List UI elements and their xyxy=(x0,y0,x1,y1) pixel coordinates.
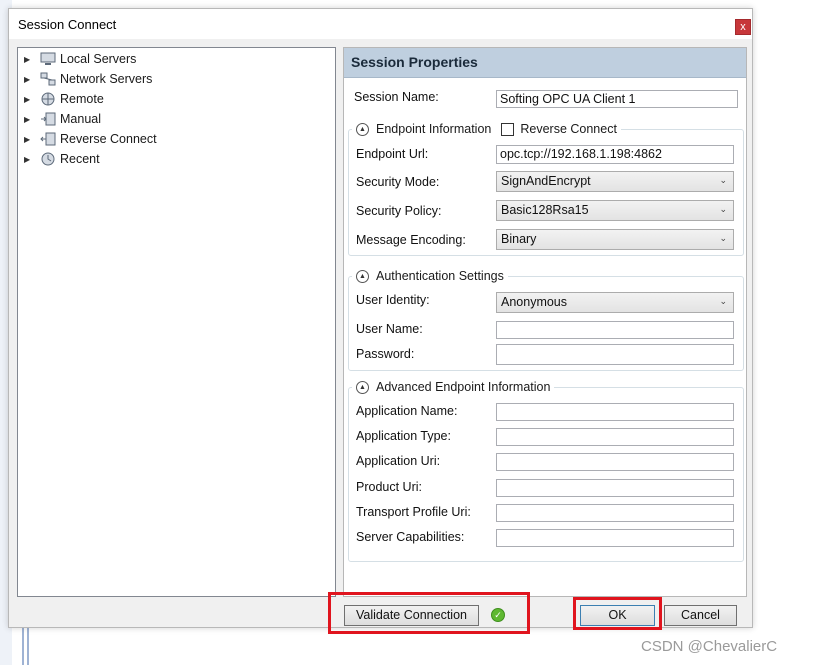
tree-item-local-servers[interactable]: ▶ Local Servers xyxy=(24,49,136,69)
manual-icon xyxy=(40,112,56,126)
server-tree: ▶ Local Servers ▶ Network Servers ▶ Remo… xyxy=(17,47,336,597)
authentication-group-header: ▲ Authentication Settings xyxy=(352,268,508,284)
globe-icon xyxy=(40,92,56,106)
tree-item-label: Local Servers xyxy=(60,52,137,66)
server-capabilities-input[interactable] xyxy=(496,529,734,547)
watermark-text: CSDN @ChevalierC xyxy=(641,638,778,655)
session-name-label: Session Name: xyxy=(354,90,439,104)
application-type-input[interactable] xyxy=(496,428,734,446)
chevron-down-icon: ⌄ xyxy=(719,233,727,243)
security-mode-value: SignAndEncrypt xyxy=(501,174,591,188)
application-uri-input[interactable] xyxy=(496,453,734,471)
properties-title: Session Properties xyxy=(351,54,478,70)
properties-header: Session Properties xyxy=(344,48,746,78)
security-mode-select[interactable]: SignAndEncrypt ⌄ xyxy=(496,171,734,192)
advanced-group-title: Advanced Endpoint Information xyxy=(376,380,551,394)
ok-highlight-box xyxy=(573,597,662,630)
tree-item-label: Reverse Connect xyxy=(60,132,157,146)
chevron-down-icon: ⌄ xyxy=(719,296,727,306)
chevron-down-icon: ⌄ xyxy=(719,175,727,185)
close-button[interactable]: x xyxy=(735,19,751,35)
application-uri-label: Application Uri: xyxy=(356,454,441,468)
product-uri-input[interactable] xyxy=(496,479,734,497)
network-icon xyxy=(40,72,56,86)
message-encoding-select[interactable]: Binary ⌄ xyxy=(496,229,734,250)
reverse-connect-checkbox[interactable] xyxy=(501,122,515,136)
expand-arrow-icon[interactable]: ▶ xyxy=(24,155,34,164)
window-title: Session Connect xyxy=(18,17,117,32)
recent-icon xyxy=(40,152,56,166)
tree-item-reverse-connect[interactable]: ▶ Reverse Connect xyxy=(24,129,157,149)
endpoint-group-title: Endpoint Information xyxy=(376,122,492,136)
computer-icon xyxy=(40,52,56,66)
password-label: Password: xyxy=(356,347,415,361)
user-identity-label: User Identity: xyxy=(356,293,430,307)
session-connect-dialog: Session Connect x ▶ Local Servers ▶ Netw… xyxy=(8,8,753,628)
server-capabilities-label: Server Capabilities: xyxy=(356,530,465,544)
product-uri-label: Product Uri: xyxy=(356,480,422,494)
title-bar: Session Connect x xyxy=(9,9,752,39)
expand-arrow-icon[interactable]: ▶ xyxy=(24,75,34,84)
password-input[interactable] xyxy=(496,344,734,365)
user-name-label: User Name: xyxy=(356,322,423,336)
message-encoding-label: Message Encoding: xyxy=(356,233,466,247)
tree-item-remote[interactable]: ▶ Remote xyxy=(24,89,104,109)
session-properties-panel: Session Properties Session Name: Softing… xyxy=(343,47,747,597)
expand-arrow-icon[interactable]: ▶ xyxy=(24,135,34,144)
application-type-label: Application Type: xyxy=(356,429,451,443)
tree-item-label: Recent xyxy=(60,152,100,166)
endpoint-url-input[interactable]: opc.tcp://192.168.1.198:4862 xyxy=(496,145,734,164)
chevron-down-icon: ⌄ xyxy=(719,204,727,214)
collapse-icon[interactable]: ▲ xyxy=(356,380,369,394)
endpoint-url-label: Endpoint Url: xyxy=(356,147,429,161)
background-line xyxy=(22,628,24,665)
session-name-input[interactable]: Softing OPC UA Client 1 xyxy=(496,90,738,108)
user-name-input[interactable] xyxy=(496,321,734,339)
expand-arrow-icon[interactable]: ▶ xyxy=(24,55,34,64)
application-name-input[interactable] xyxy=(496,403,734,421)
security-policy-select[interactable]: Basic128Rsa15 ⌄ xyxy=(496,200,734,221)
tree-item-manual[interactable]: ▶ Manual xyxy=(24,109,101,129)
tree-item-label: Remote xyxy=(60,92,104,106)
expand-arrow-icon[interactable]: ▶ xyxy=(24,95,34,104)
advanced-group-header: ▲ Advanced Endpoint Information xyxy=(352,379,555,395)
tree-item-recent[interactable]: ▶ Recent xyxy=(24,149,100,169)
expand-arrow-icon[interactable]: ▶ xyxy=(24,115,34,124)
transport-profile-uri-label: Transport Profile Uri: xyxy=(356,505,471,519)
collapse-icon[interactable]: ▲ xyxy=(356,269,369,283)
validate-highlight-box xyxy=(328,592,530,634)
background-line xyxy=(27,628,29,665)
transport-profile-uri-input[interactable] xyxy=(496,504,734,522)
security-mode-label: Security Mode: xyxy=(356,175,440,189)
application-name-label: Application Name: xyxy=(356,404,458,418)
tree-item-label: Network Servers xyxy=(60,72,153,86)
security-policy-value: Basic128Rsa15 xyxy=(501,203,589,217)
authentication-group-title: Authentication Settings xyxy=(376,269,504,283)
user-identity-select[interactable]: Anonymous ⌄ xyxy=(496,292,734,313)
collapse-icon[interactable]: ▲ xyxy=(356,122,369,136)
reverse-connect-label: Reverse Connect xyxy=(520,122,617,136)
tree-item-network-servers[interactable]: ▶ Network Servers xyxy=(24,69,152,89)
tree-item-label: Manual xyxy=(60,112,101,126)
user-identity-value: Anonymous xyxy=(501,295,568,309)
endpoint-group-header: ▲ Endpoint Information Reverse Connect xyxy=(352,121,621,137)
security-policy-label: Security Policy: xyxy=(356,204,442,218)
cancel-button[interactable]: Cancel xyxy=(664,605,737,626)
reverse-connect-icon xyxy=(40,132,56,146)
message-encoding-value: Binary xyxy=(501,232,537,246)
